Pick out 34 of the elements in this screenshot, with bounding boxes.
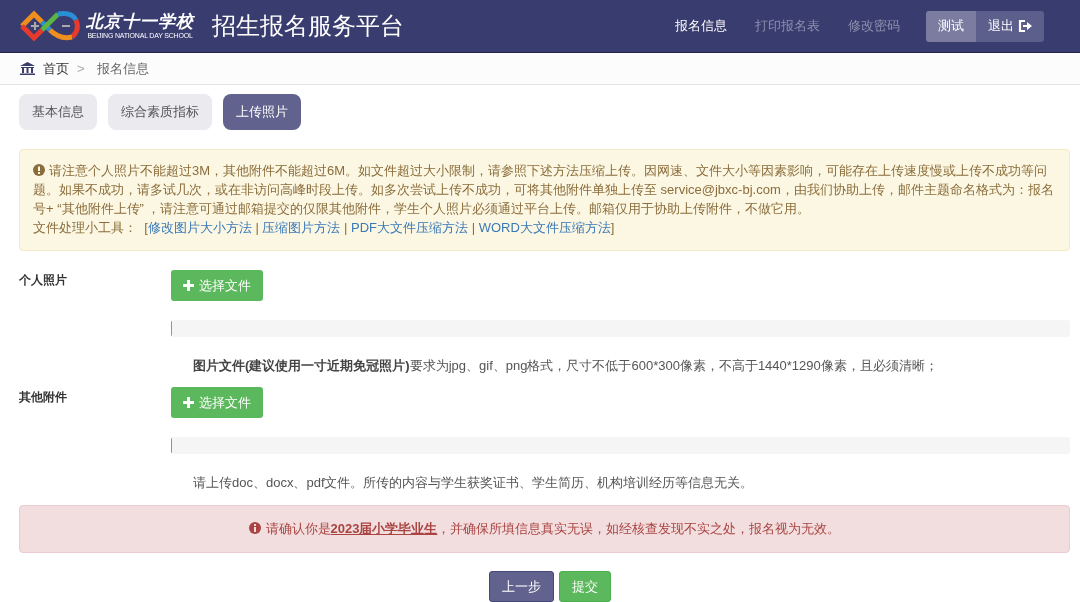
submit-button[interactable]: 提交: [558, 571, 611, 602]
upload-notice: 请注意个人照片不能超过3M，其他附件不能超过6M。如文件超过大小限制，请参照下述方法压缩上传。因网速、文件大小等因素影响，可能存在上传速度慢或上传不成功等问题。如果不成功，请多试几次，或在非访问高峰时段上传。如多次尝试上传不成功，可将其他附件单独上传至 service@jbxc-bj.com，由我们协助上传，邮件主题命名格式为：报名号+ “其他附件上传” ，请注意可通过邮箱提交的仅限其他附件，学生个人照片必须通过平台上传。邮箱仅用于协助上传附件，不做它用。: [33, 162, 1055, 218]
nav-link[interactable]: 打印报名表: [755, 17, 820, 35]
platform-title: 招生报名服务平台: [212, 11, 404, 41]
plus-icon: [183, 280, 194, 291]
school-logo-name: 北京十一学校: [86, 13, 194, 30]
choose-file-button[interactable]: 选择文件: [171, 270, 263, 301]
user-button[interactable]: 测试: [926, 10, 976, 42]
info-icon: [248, 522, 261, 534]
breadcrumb-separator: >: [77, 61, 85, 76]
file-tools-line: 文件处理小工具： [修改图片大小方法 | 压缩图片方法 | PDF大文件压缩方法 | WORD大文件压缩方法]: [33, 219, 616, 237]
tool-link[interactable]: PDF大文件压缩方法: [351, 220, 469, 235]
upload-hint: 图片文件(建议使用一寸近期免冠照片)要求为jpg、gif、png格式，尺寸不低于600*300像素，不高于1440*1290像素，且必须清晰；: [193, 357, 939, 375]
upload-hint: 请上传doc、docx、pdf文件。所传的内容与学生获奖证书、学生简历、机构培训经历等信息无关。: [193, 474, 755, 492]
logout-icon: [1018, 20, 1032, 32]
previous-step-button[interactable]: 上一步: [488, 571, 554, 602]
graduate-warning-text: 请确认你是2023届小学毕业生，并确保所填信息真实无误，如经核查发现不实之处，报名视为无效。: [248, 520, 841, 538]
exclamation-icon: [33, 164, 45, 176]
field-label: 其他附件: [19, 389, 68, 406]
tool-link[interactable]: WORD大文件压缩方法: [478, 220, 611, 235]
tool-link[interactable]: 压缩图片方法: [262, 220, 341, 235]
step-tab[interactable]: 基本信息: [19, 94, 97, 130]
breadcrumb-link[interactable]: 首页: [43, 59, 69, 78]
breadcrumb-current: 报名信息: [96, 59, 149, 78]
field-label: 个人照片: [19, 272, 68, 289]
nav-link[interactable]: 报名信息: [675, 17, 727, 35]
logo-icon: [20, 10, 82, 42]
step-tab[interactable]: 上传照片: [223, 94, 301, 130]
plus-icon: [183, 397, 194, 408]
step-tab[interactable]: 综合素质指标: [108, 94, 212, 130]
choose-file-button[interactable]: 选择文件: [171, 387, 263, 418]
logout-button[interactable]: 退出: [976, 10, 1044, 42]
home-icon: [20, 62, 35, 75]
nav-link[interactable]: 修改密码: [848, 17, 900, 35]
